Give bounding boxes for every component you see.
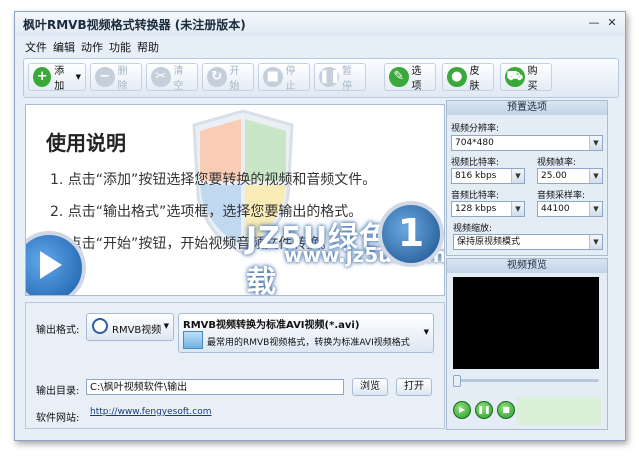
chevron-down-icon: ▼	[511, 202, 524, 216]
menu-help[interactable]: 帮助	[137, 39, 159, 55]
abitrate-value: 128 kbps	[455, 204, 497, 214]
guide-title: 使用说明	[46, 131, 126, 155]
abitrate-label: 音频比特率:	[451, 191, 500, 201]
app-window: 枫叶RMVB视频格式转换器 (未注册版本) — ✕ 文件 编辑 动作 功能 帮助…	[14, 11, 626, 441]
resolution-value: 704*480	[455, 138, 494, 148]
framerate-select[interactable]: 25.00 ▼	[537, 168, 603, 184]
scale-select[interactable]: 保持原视频模式 ▼	[453, 234, 603, 250]
preset-header: 预置选项	[447, 101, 607, 115]
chevron-down-icon: ▼	[589, 169, 602, 183]
play-button[interactable]: ▶	[453, 401, 471, 419]
video-preview-screen	[453, 277, 599, 369]
format-detail-box[interactable]: RMVB视频转换为标准AVI视频(*.avi) 最常用的RMVB视频格式，转换为…	[178, 313, 434, 353]
framerate-value: 25.00	[541, 171, 567, 181]
menu-bar: 文件 编辑 动作 功能 帮助	[15, 36, 625, 56]
browse-button[interactable]: 浏览	[352, 378, 388, 396]
file-icon	[183, 331, 203, 349]
stop-label: 停止	[285, 66, 296, 92]
scale-value: 保持原视频模式	[457, 237, 521, 247]
chevron-down-icon: ▼	[423, 328, 429, 336]
scissors-icon: ✂	[151, 67, 171, 87]
refresh-icon: ↻	[207, 67, 227, 87]
format-select-button[interactable]: RMVB视频 ▼	[86, 313, 174, 341]
preview-panel: 视频预览 ▶ ❚❚ ■	[446, 258, 608, 430]
samplerate-label: 音频采样率:	[537, 191, 586, 201]
stop-preview-button[interactable]: ■	[497, 401, 515, 419]
output-dir-label: 输出目录:	[36, 386, 80, 397]
format-title: RMVB视频转换为标准AVI视频(*.avi)	[183, 320, 360, 331]
options-label: 选项	[411, 66, 422, 92]
pause-icon: ❚❚	[319, 67, 341, 87]
format-button-label: RMVB视频	[112, 325, 162, 336]
preset-panel: 预置选项 视频分辨率: 704*480 ▼ 视频比特率: 视频帧率: 816 kb…	[446, 100, 608, 256]
cart-icon: ⛟	[505, 67, 525, 87]
apple-icon: ●	[447, 67, 467, 87]
add-label: 添加	[54, 66, 65, 92]
tools-icon: ✎	[389, 67, 409, 87]
pause-preview-button[interactable]: ❚❚	[475, 401, 493, 419]
stop-icon: ■	[263, 67, 283, 87]
file-list-area[interactable]: 使用说明 1. 点击“添加”按钮选择您要转换的视频和音频文件。 2. 点击“输出…	[25, 104, 445, 296]
clear-button[interactable]: ✂ 清空	[146, 63, 198, 92]
seek-handle[interactable]	[453, 375, 461, 387]
resolution-select[interactable]: 704*480 ▼	[451, 135, 603, 151]
seek-slider[interactable]	[455, 379, 599, 382]
minimize-button[interactable]: —	[587, 16, 601, 30]
open-button[interactable]: 打开	[396, 378, 432, 396]
chevron-down-icon: ▼	[589, 136, 602, 150]
framerate-label: 视频帧率:	[537, 158, 577, 168]
scale-label: 视频缩放:	[453, 224, 493, 234]
title-bar: 枫叶RMVB视频格式转换器 (未注册版本) — ✕	[15, 12, 625, 36]
output-settings: 输出格式: RMVB视频 ▼ RMVB视频转换为标准AVI视频(*.avi) 最…	[25, 302, 445, 429]
toolbar: + 添加 ▼ − 删除 ✂ 清空 ↻ 开始 ■ 停止 ❚❚ 暂停 ✎ 选项 ● 皮	[23, 58, 619, 98]
chevron-down-icon: ▼	[511, 169, 524, 183]
window-title: 枫叶RMVB视频格式转换器 (未注册版本)	[23, 18, 246, 32]
pause-label: 暂停	[342, 66, 352, 92]
chevron-down-icon: ▼	[589, 235, 602, 249]
skin-label: 皮肤	[469, 66, 480, 92]
menu-file[interactable]: 文件	[25, 39, 47, 55]
menu-action[interactable]: 动作	[81, 39, 103, 55]
chevron-down-icon: ▼	[163, 322, 169, 330]
resolution-label: 视频分辨率:	[451, 124, 500, 134]
samplerate-value: 44100	[541, 204, 570, 214]
buy-label: 购买	[527, 66, 538, 92]
add-button[interactable]: + 添加 ▼	[28, 63, 86, 92]
vbitrate-select[interactable]: 816 kbps ▼	[451, 168, 525, 184]
start-button[interactable]: ↻ 开始	[202, 63, 254, 92]
website-label: 软件网站:	[36, 413, 80, 424]
website-link[interactable]: http://www.fengyesoft.com	[90, 407, 212, 417]
step-number-badge: 1	[378, 201, 444, 267]
buy-button[interactable]: ⛟ 购买	[500, 63, 552, 92]
guide-step-1: 1. 点击“添加”按钮选择您要转换的视频和音频文件。	[50, 172, 377, 188]
clock-icon	[92, 318, 108, 334]
delete-label: 删除	[117, 66, 128, 92]
preview-header: 视频预览	[447, 259, 607, 273]
format-description: 最常用的RMVB视频格式，转换为标准AVI视频格式	[207, 338, 410, 348]
close-button[interactable]: ✕	[605, 16, 619, 30]
abitrate-select[interactable]: 128 kbps ▼	[451, 201, 525, 217]
stop-button[interactable]: ■ 停止	[258, 63, 310, 92]
start-label: 开始	[229, 66, 240, 92]
pause-button[interactable]: ❚❚ 暂停	[314, 63, 366, 92]
watermark-overlay	[517, 397, 601, 425]
output-format-label: 输出格式:	[36, 325, 80, 336]
menu-edit[interactable]: 编辑	[53, 39, 75, 55]
skin-button[interactable]: ● 皮肤	[442, 63, 494, 92]
menu-function[interactable]: 功能	[109, 39, 131, 55]
clear-label: 清空	[173, 66, 184, 92]
plus-icon: +	[33, 67, 52, 87]
vbitrate-label: 视频比特率:	[451, 158, 500, 168]
delete-button[interactable]: − 删除	[90, 63, 142, 92]
vbitrate-value: 816 kbps	[455, 171, 497, 181]
minus-icon: −	[95, 67, 115, 87]
chevron-down-icon: ▼	[589, 202, 602, 216]
options-button[interactable]: ✎ 选项	[384, 63, 436, 92]
samplerate-select[interactable]: 44100 ▼	[537, 201, 603, 217]
output-dir-input[interactable]: C:\枫叶视频软件\输出	[86, 379, 344, 395]
